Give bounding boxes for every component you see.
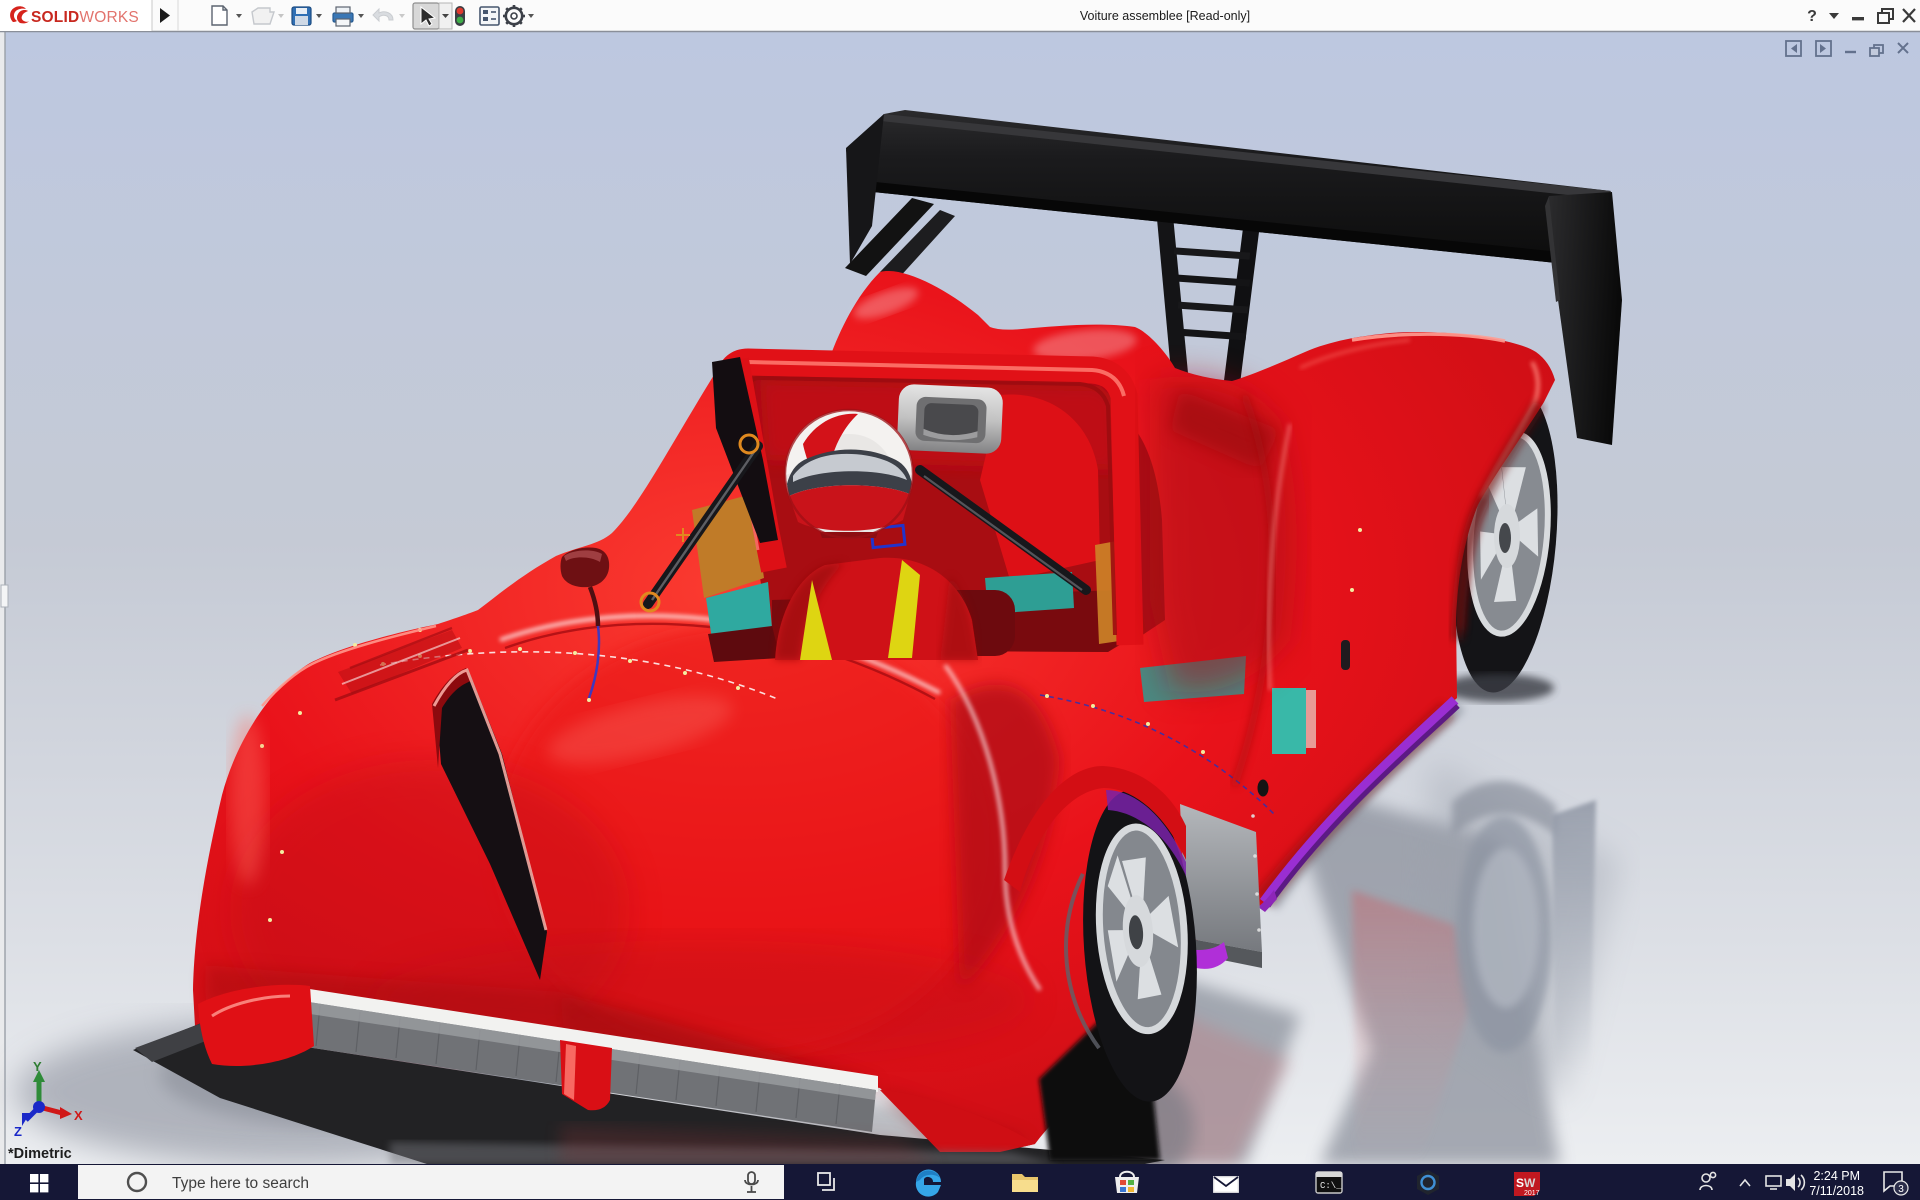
svg-text:2017: 2017 [1524,1190,1540,1197]
svg-text:Type here to search: Type here to search [172,1175,309,1192]
svg-text:Voiture assemblee [Read-only]: Voiture assemblee [Read-only] [1080,9,1250,23]
svg-text:SOLIDWORKS: SOLIDWORKS [31,9,139,26]
svg-text:*Dimetric: *Dimetric [8,1146,72,1162]
svg-text:3: 3 [1898,1184,1904,1195]
svg-text:2:24 PM: 2:24 PM [1813,1169,1860,1183]
svg-text:Y: Y [33,1059,42,1074]
svg-text:7/11/2018: 7/11/2018 [1809,1184,1864,1198]
svg-text:SW: SW [1516,1176,1536,1190]
svg-text:C:\_: C:\_ [1320,1181,1342,1191]
svg-text:Z: Z [14,1124,22,1139]
svg-text:?: ? [1807,8,1817,25]
svg-text:X: X [74,1108,83,1123]
